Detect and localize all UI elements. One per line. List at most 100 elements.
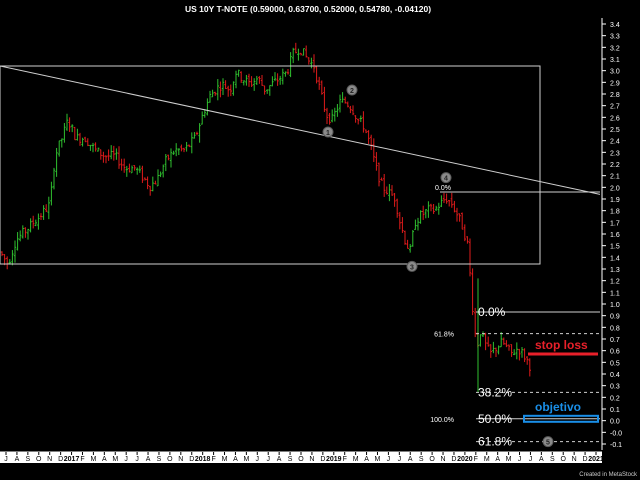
time-tick-label: J xyxy=(256,456,260,463)
fib1-level-label: 0.0% xyxy=(435,185,451,192)
time-tick-label: A xyxy=(495,456,500,463)
time-tick-label: M xyxy=(484,456,490,463)
wave-point-label: 3 xyxy=(410,264,414,271)
price-tick-label: 1.5 xyxy=(610,244,620,251)
fib2-level-label: 0.0% xyxy=(478,305,506,319)
created-in-footer: Created in MetaStock xyxy=(579,472,638,478)
price-tick-label: 3.2 xyxy=(610,45,620,52)
objetivo-label: objetivo xyxy=(535,400,581,414)
time-tick-label: M xyxy=(375,456,381,463)
time-tick-label: J xyxy=(387,456,391,463)
price-tick-label: 2.0 xyxy=(610,185,620,192)
price-tick-label: 1.8 xyxy=(610,209,620,216)
time-axis: J A S O N D 2017 F M A M J J A S O N D 2018 F M A M J J A S O N D 2019… xyxy=(0,451,604,463)
fib2-level-label: 61.8% xyxy=(478,435,512,449)
price-tick-label: 1.9 xyxy=(610,197,620,204)
wave-point-label: 2 xyxy=(350,88,354,95)
price-tick-label: 0.5 xyxy=(610,360,620,367)
time-tick-label: N xyxy=(441,456,446,463)
price-tick-label: 3.1 xyxy=(610,57,620,64)
price-tick-label: 0.9 xyxy=(610,314,620,321)
time-tick-label: A xyxy=(408,456,413,463)
time-tick-label: F xyxy=(474,456,478,463)
time-tick-label: J xyxy=(4,456,8,463)
wave-point-label: 1 xyxy=(326,130,330,137)
time-tick-label: O xyxy=(36,456,42,463)
price-tick-label: 2.6 xyxy=(610,115,620,122)
price-tick-label: 2.1 xyxy=(610,174,620,181)
time-tick-label: N xyxy=(47,456,52,463)
price-tick-label: 0.3 xyxy=(610,384,620,391)
time-tick-label: M xyxy=(90,456,96,463)
price-tick-label: 1.0 xyxy=(610,302,620,309)
time-tick-label: S xyxy=(419,456,424,463)
time-tick-label: J xyxy=(518,456,522,463)
price-tick-label: -0.0 xyxy=(610,430,622,437)
price-tick-label: 0.6 xyxy=(610,349,620,356)
time-tick-label: A xyxy=(364,456,369,463)
price-tick-label: 2.9 xyxy=(610,80,620,87)
time-tick-label: M xyxy=(506,456,512,463)
time-tick-label: F xyxy=(343,456,347,463)
price-tick-label: 1.7 xyxy=(610,220,620,227)
price-tick-label: 1.6 xyxy=(610,232,620,239)
price-tick-label: 1.4 xyxy=(610,255,620,262)
time-tick-label: A xyxy=(233,456,238,463)
stop-loss-label: stop loss xyxy=(535,338,588,352)
time-tick-label: D xyxy=(189,456,194,463)
time-tick-label: A xyxy=(102,456,107,463)
time-tick-label: S xyxy=(157,456,162,463)
price-tick-label: 0.0 xyxy=(610,419,620,426)
fib2-level-label: 38.2% xyxy=(478,385,512,399)
time-tick-label: A xyxy=(277,456,282,463)
time-tick-label: S xyxy=(550,456,555,463)
price-tick-label: 2.3 xyxy=(610,150,620,157)
time-tick-label: N xyxy=(178,456,183,463)
time-tick-label: J xyxy=(398,456,402,463)
time-tick-label: 2017 xyxy=(64,456,80,463)
price-tick-label: 3.4 xyxy=(610,22,620,29)
time-tick-label: S xyxy=(288,456,293,463)
time-tick-label: N xyxy=(309,456,314,463)
price-tick-label: 2.5 xyxy=(610,127,620,134)
chart-title: US 10Y T-NOTE (0.59000, 0.63700, 0.52000… xyxy=(185,4,431,14)
price-chart: 0.0% 0.0% 61.8% 38.2% 50.0% 100.0% 61.8% stop l… xyxy=(0,4,638,478)
time-tick-label: D xyxy=(583,456,588,463)
time-tick-label: 2018 xyxy=(195,456,211,463)
time-tick-label: D xyxy=(58,456,63,463)
time-tick-label: 2021 xyxy=(588,456,604,463)
price-tick-label: 2.4 xyxy=(610,139,620,146)
time-tick-label: O xyxy=(167,456,173,463)
price-tick-label: 0.4 xyxy=(610,372,620,379)
price-tick-label: 1.2 xyxy=(610,279,620,286)
price-tick-label: 0.1 xyxy=(610,407,620,414)
fib2-level-label: 100.0% xyxy=(430,417,454,424)
price-tick-label: 2.7 xyxy=(610,104,620,111)
time-tick-label: M xyxy=(243,456,249,463)
price-tick-label: 0.2 xyxy=(610,395,620,402)
price-tick-label: 2.8 xyxy=(610,92,620,99)
time-tick-label: S xyxy=(26,456,31,463)
time-tick-label: A xyxy=(539,456,544,463)
time-tick-label: M xyxy=(353,456,359,463)
price-tick-label: 2.2 xyxy=(610,162,620,169)
price-tick-label: 1.3 xyxy=(610,267,620,274)
time-tick-label: F xyxy=(80,456,84,463)
time-tick-label: D xyxy=(320,456,325,463)
candlestick-bars xyxy=(0,42,531,393)
time-tick-label: M xyxy=(112,456,118,463)
price-axis: 3.4 3.3 3.2 3.1 3.0 2.9 2.8 2.7 2.6 2.5 2.4 2.3 2.2 2… xyxy=(601,18,622,450)
fib2-level-label: 50.0% xyxy=(478,412,512,426)
time-tick-label: O xyxy=(429,456,435,463)
time-tick-label: A xyxy=(146,456,151,463)
price-tick-label: -0.1 xyxy=(610,442,622,449)
price-tick-label: 0.7 xyxy=(610,337,620,344)
drawing-objects: 0.0% 0.0% 61.8% 38.2% 50.0% 100.0% 61.8% stop l… xyxy=(0,65,601,449)
wave-point-label: 5 xyxy=(546,440,550,447)
time-tick-label: J xyxy=(266,456,270,463)
price-tick-label: 3.3 xyxy=(610,34,620,41)
time-tick-label: J xyxy=(124,456,128,463)
wave-point-label: 4 xyxy=(444,176,448,183)
price-tick-label: 3.0 xyxy=(610,69,620,76)
time-tick-label: O xyxy=(298,456,304,463)
